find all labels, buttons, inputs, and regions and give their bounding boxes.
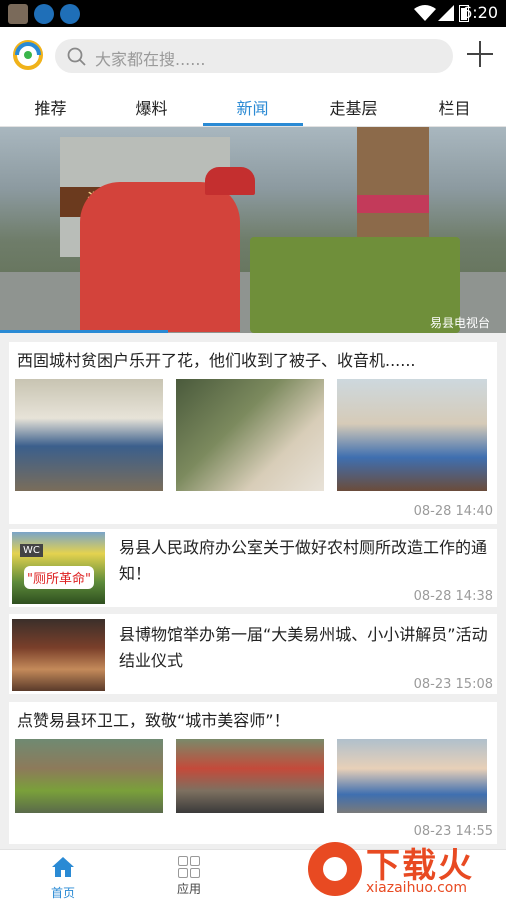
app-header: 大家都在搜...... [0,27,506,85]
tab-tips[interactable]: 爆料 [101,95,202,119]
search-icon [67,47,86,66]
banner-progress [0,330,168,333]
news-date: 08-28 14:40 [413,504,493,519]
app-notification-icon [34,4,54,24]
wifi-icon [414,5,436,21]
wc-icon: WC [20,544,43,557]
news-title: 易县人民政府办公室关于做好农村厕所改造工作的通知！ [119,538,488,583]
tab-news[interactable]: 新闻 [202,95,303,119]
news-thumbnail [176,739,324,813]
news-thumbnail: WC "厕所革命" [12,532,105,604]
home-icon [52,857,74,877]
tab-grassroots[interactable]: 走基层 [303,95,404,119]
news-card[interactable]: WC "厕所革命" 易县人民政府办公室关于做好农村厕所改造工作的通知！ 08-2… [9,529,497,607]
news-thumbnail [12,619,105,691]
news-title: 县博物馆举办第一届“大美易州城、小小讲解员”活动结业仪式 [119,625,488,670]
news-card[interactable]: 点赞易县环卫工，致敬“城市美容师”！ 08-23 14:55 [9,702,497,844]
news-thumbnail [15,379,163,491]
news-card[interactable]: 县博物馆举办第一届“大美易州城、小小讲解员”活动结业仪式 08-23 15:08 [9,614,497,694]
tab-columns[interactable]: 栏目 [404,95,505,119]
thumbnail-caption: "厕所革命" [24,566,94,589]
watermark-flame-icon [308,842,362,896]
nav-apps[interactable]: 应用 [139,856,239,897]
banner-trash-bin [250,237,460,333]
signal-icon [438,5,454,21]
news-title: 西固城村贫困户乐开了花，他们收到了被子、收音机...... [17,351,416,370]
site-watermark: 下载火 xiazaihuo.com [300,836,506,901]
app-notification-icon [8,4,28,24]
nav-home[interactable]: 首页 [13,856,113,901]
banner-source-watermark: 易县电视台 [429,316,490,330]
status-bar: 6:20 [0,0,506,27]
news-date: 08-23 15:08 [413,677,493,692]
tab-recommend[interactable]: 推荐 [0,95,101,119]
featured-banner[interactable]: 润宾 易县电视台 [0,127,506,333]
news-title: 点赞易县环卫工，致敬“城市美容师”！ [17,711,290,730]
active-tab-indicator [203,123,303,126]
app-logo [13,40,43,70]
banner-tree-band [357,195,429,213]
news-thumbnail [337,739,487,813]
category-tabs: 推荐 爆料 新闻 走基层 栏目 [0,85,506,127]
banner-tree [357,127,429,237]
news-thumbnail [176,379,324,491]
banner-street-cleaner [80,182,240,332]
news-card[interactable]: 西固城村贫困户乐开了花，他们收到了被子、收音机...... 08-28 14:4… [9,342,497,524]
apps-grid-icon [178,856,200,878]
news-thumbnail [15,739,163,813]
banner-cap [205,167,255,195]
watermark-url: xiazaihuo.com [366,880,467,896]
add-icon[interactable] [467,41,493,67]
search-placeholder: 大家都在搜...... [95,50,206,69]
news-date: 08-28 14:38 [413,589,493,604]
nav-apps-label: 应用 [176,882,201,896]
search-bar[interactable]: 大家都在搜...... [55,39,453,73]
nav-home-label: 首页 [50,886,75,900]
app-notification-icon [60,4,80,24]
clock: 6:20 [462,3,498,22]
news-thumbnail [337,379,487,491]
